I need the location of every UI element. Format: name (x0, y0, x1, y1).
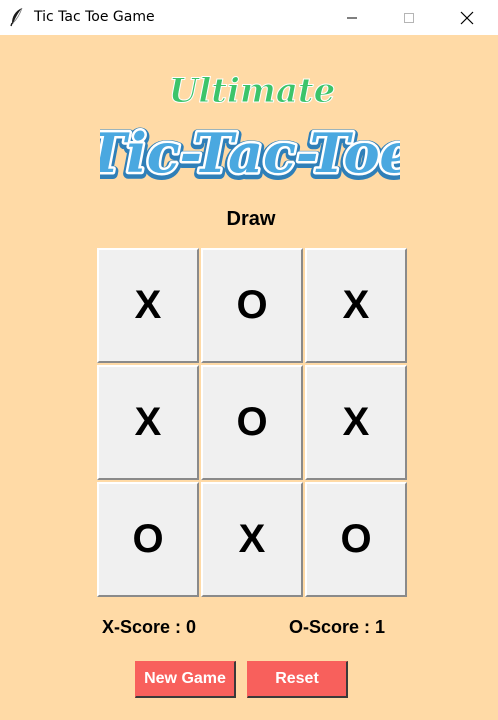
board-cell[interactable]: X (305, 365, 407, 480)
board-cell[interactable]: O (97, 482, 199, 597)
title-bar[interactable]: Tic Tac Toe Game (0, 0, 498, 35)
board-cell[interactable]: O (305, 482, 407, 597)
window-title: Tic Tac Toe Game (34, 9, 155, 25)
game-board: X O X X O X O X O (97, 248, 410, 599)
board-cell[interactable]: O (201, 365, 303, 480)
feather-icon (9, 7, 25, 27)
minimize-icon (347, 17, 357, 18)
maximize-icon (404, 12, 414, 23)
new-game-button[interactable]: New Game (135, 661, 236, 698)
app-window: Tic Tac Toe Game Ultimate Tic-Tac-Toe Ti… (0, 0, 498, 720)
board-cell[interactable]: X (97, 365, 199, 480)
logo-subtitle: Ultimate (169, 71, 336, 111)
x-score-label: X-Score : 0 (102, 617, 197, 637)
board-cell[interactable]: O (201, 248, 303, 363)
reset-button[interactable]: Reset (247, 661, 348, 698)
maximize-button[interactable] (386, 0, 432, 35)
board-cell[interactable]: X (305, 248, 407, 363)
board-cell[interactable]: X (97, 248, 199, 363)
close-button[interactable] (444, 0, 490, 35)
game-status: Draw (226, 208, 276, 230)
logo-title: Tic-Tac-Toe (100, 121, 400, 185)
game-logo: Ultimate Tic-Tac-Toe Tic-Tac-Toe Tic-Tac… (81, 62, 419, 193)
board-cell[interactable]: X (201, 482, 303, 597)
close-icon (460, 11, 474, 24)
minimize-button[interactable] (329, 0, 375, 35)
o-score-label: O-Score : 1 (289, 617, 386, 637)
